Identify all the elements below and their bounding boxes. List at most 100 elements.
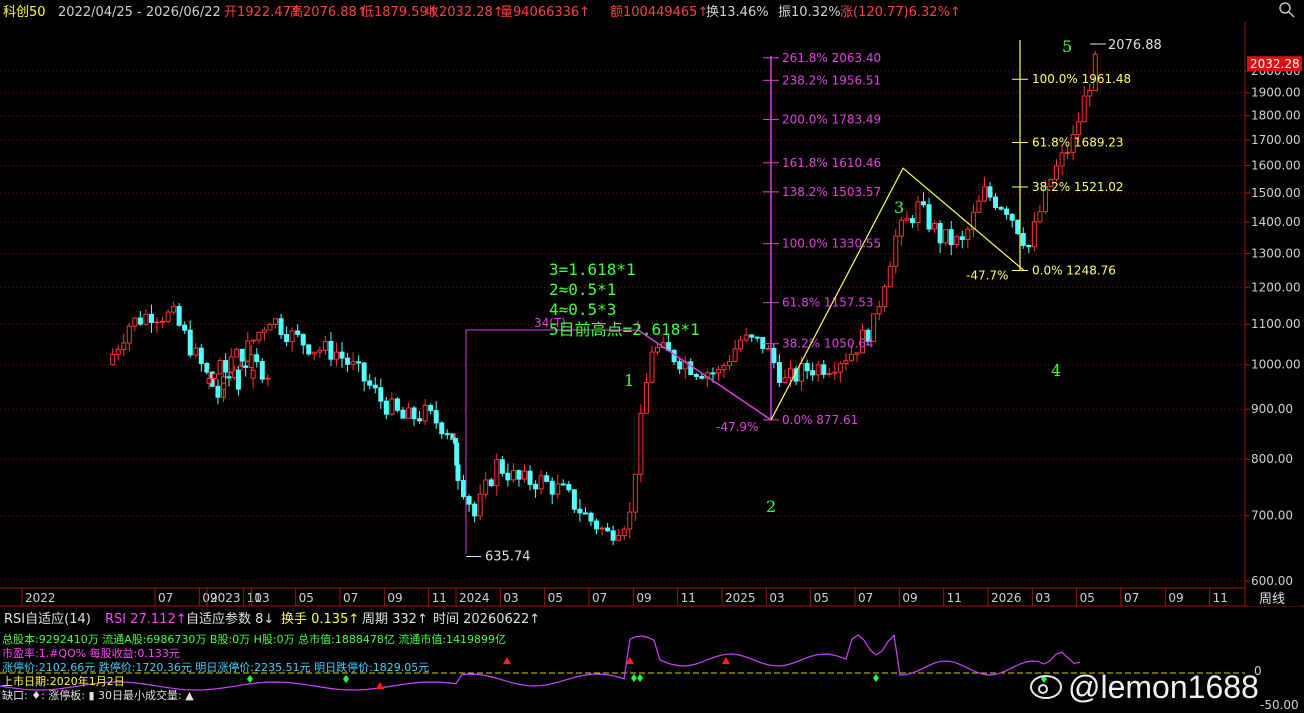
candle-body (876, 306, 882, 315)
candle-body (204, 363, 210, 373)
candle-body (538, 475, 544, 490)
low-label: 635.74 (485, 549, 531, 564)
price-tick-label: 800.00 (1251, 452, 1293, 466)
candle-body (1054, 165, 1059, 180)
candle-body (494, 459, 500, 487)
time-tick-label: 03 (1035, 591, 1050, 605)
candle-body (461, 480, 467, 498)
candle-body (848, 353, 854, 362)
candle-body (693, 373, 699, 377)
info-line-1: 总股本:9292410万 流通A股:6986730万 B股:0万 H股:0万 总… (2, 632, 506, 646)
time-value: 时间 20260622↑ (433, 612, 540, 627)
candle-body (422, 404, 428, 422)
candle-body (361, 362, 367, 382)
cycle-value: 周期 332↑ (362, 612, 428, 627)
candle-body (245, 340, 251, 362)
candle-body (643, 382, 649, 414)
period-button-label[interactable]: 周线 (1259, 592, 1285, 607)
wave-label: 3 (894, 198, 904, 217)
candle-body (1087, 90, 1093, 97)
candle-body (909, 218, 915, 223)
candle-body (898, 219, 904, 237)
candle-body (599, 527, 605, 530)
wave-label: 5 (1062, 37, 1072, 56)
candle-body (284, 334, 290, 343)
current-price-label: 2032.28 (1250, 57, 1300, 71)
time-tick-label: 09 (636, 591, 651, 605)
candle-body (165, 311, 171, 322)
candle-body (904, 218, 910, 221)
candle-body (212, 373, 218, 379)
candle-body (516, 470, 522, 480)
time-tick-label: 07 (592, 591, 607, 605)
candle-body (261, 329, 267, 333)
time-tick-label: 09 (387, 591, 402, 605)
amplitude-value: 振10.32% (778, 5, 841, 20)
time-tick-label: 07 (858, 591, 873, 605)
kline-chart[interactable]: 科创50 2022/04/25 - 2026/06/22 开1922.47↑ 高… (0, 0, 1304, 713)
time-tick-label: 03 (503, 591, 518, 605)
candle-body (610, 530, 616, 541)
wave-label: 2 (766, 497, 776, 516)
candle-body (948, 229, 954, 246)
candle-body (206, 377, 212, 384)
candle-body (1037, 211, 1043, 223)
candle-body (226, 376, 232, 379)
candle-body (132, 317, 138, 327)
candle-body (193, 347, 199, 356)
candle-body (533, 483, 539, 490)
fib-level-label: 38.2% 1521.02 (1032, 180, 1124, 194)
candle-body (505, 472, 511, 481)
candle-body (488, 479, 494, 487)
price-tick-label: 1100.00 (1251, 317, 1301, 331)
candle-body (943, 229, 949, 244)
candle-body (699, 375, 705, 379)
candle-body (915, 201, 921, 223)
info-line-3: 涨停价:2102.66元 跌停价:1720.36元 明日涨停价:2235.51元… (2, 660, 429, 674)
time-tick-label: 07 (158, 591, 173, 605)
candle-body (250, 339, 256, 342)
candle-body (154, 321, 160, 324)
adaptive-param: 自适应参数 8↓ (186, 611, 274, 627)
candle-body (771, 347, 777, 364)
candle-body (289, 330, 295, 343)
wave-label: 1 (624, 371, 634, 390)
candle-body (417, 418, 423, 422)
candle-body (394, 398, 400, 411)
candle-body (932, 222, 938, 230)
candle-body (115, 348, 121, 355)
candle-body (1015, 219, 1021, 235)
price-tick-label: 1900.00 (1251, 86, 1301, 100)
candle-body (815, 364, 821, 376)
candle-body (921, 201, 926, 206)
candle-body (799, 363, 805, 382)
candle-body (228, 356, 234, 373)
fib-level-label: 200.0% 1783.49 (782, 113, 881, 127)
candle-body (239, 348, 245, 362)
candle-body (389, 398, 395, 415)
candle-body (1065, 151, 1071, 154)
candle-body (121, 342, 127, 350)
time-tick-label: 07 (343, 591, 358, 605)
candle-body (832, 371, 838, 374)
candle-body (677, 361, 683, 370)
candle-body (406, 407, 411, 419)
candle-body (223, 360, 229, 373)
candle-body (760, 337, 766, 350)
candle-body (333, 351, 339, 360)
candle-body (893, 235, 899, 267)
time-tick-label: 09 (902, 591, 917, 605)
candle-body (328, 341, 334, 360)
candle-body (198, 347, 204, 365)
candle-body (350, 361, 356, 365)
candle-body (993, 196, 999, 208)
candle-body (566, 484, 572, 491)
time-tick-label: 05 (299, 591, 314, 605)
indicator-title[interactable]: RSI自适应(14) (4, 611, 91, 627)
candle-body (732, 348, 738, 362)
candle-body (527, 470, 533, 485)
candle-body (378, 387, 384, 402)
time-tick-label: 2026 (991, 591, 1022, 605)
candle-body (582, 512, 588, 515)
time-tick-label: 2025 (725, 591, 756, 605)
